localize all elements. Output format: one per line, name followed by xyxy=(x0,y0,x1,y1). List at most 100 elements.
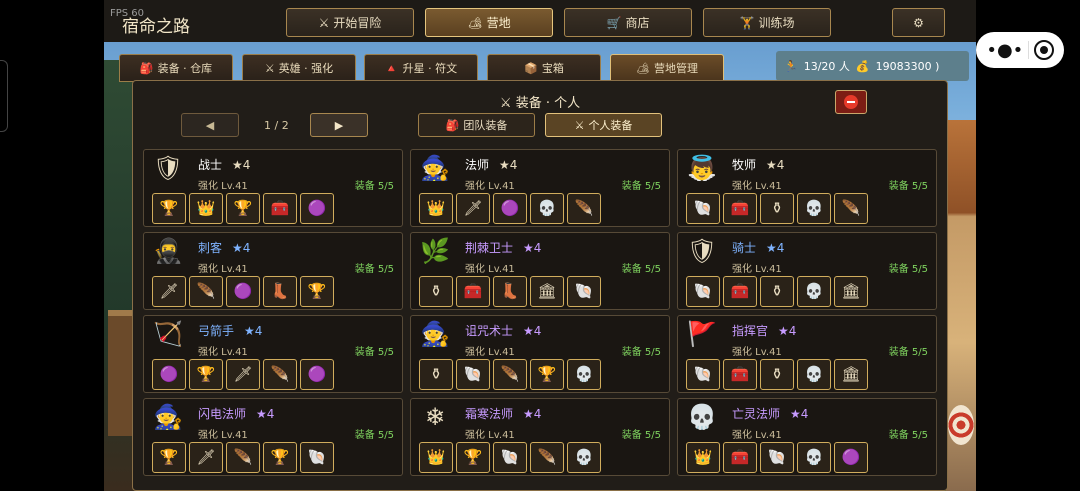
equipment-slot-icon[interactable]: 🏆 xyxy=(300,276,334,307)
equipment-slot-icon[interactable]: 👑 xyxy=(419,442,453,473)
hero-card[interactable]: 🚩 指挥官 ★4 强化 Lv.41 装备 5/5 🐚 🧰 ⚱ 💀 🏛 xyxy=(677,315,937,393)
bag-icon: 🎒 xyxy=(139,61,154,75)
equipment-slots: 🗡 🪶 🟣 👢 🏆 xyxy=(152,276,334,307)
equipment-slot-icon[interactable]: 🪶 xyxy=(834,193,868,224)
equipment-slot-icon[interactable]: 💀 xyxy=(797,359,831,390)
equipment-slot-icon[interactable]: 🏆 xyxy=(263,442,297,473)
equipment-slot-icon[interactable]: 🪶 xyxy=(567,193,601,224)
equipment-slot-icon[interactable]: 🗡 xyxy=(456,193,490,224)
equipment-slot-icon[interactable]: 🪶 xyxy=(493,359,527,390)
equipment-slot-icon[interactable]: 🪶 xyxy=(226,442,260,473)
equipment-slot-icon[interactable]: 🟣 xyxy=(493,193,527,224)
equipment-slot-icon[interactable]: 💀 xyxy=(567,359,601,390)
equipment-slot-icon[interactable]: 🧰 xyxy=(723,442,757,473)
equipment-slot-icon[interactable]: ⚱ xyxy=(760,359,794,390)
hero-card[interactable]: 💀 亡灵法师 ★4 强化 Lv.41 装备 5/5 👑 🧰 🐚 💀 🟣 xyxy=(677,398,937,476)
equipment-slot-icon[interactable]: 🐚 xyxy=(760,442,794,473)
equipment-slot-icon[interactable]: 🧰 xyxy=(723,276,757,307)
hero-name-row: 荆棘卫士 ★4 xyxy=(465,239,541,256)
hero-equip-count: 装备 5/5 xyxy=(354,264,394,275)
equipment-slot-icon[interactable]: 🐚 xyxy=(686,359,720,390)
hero-card[interactable]: 🧙 诅咒术士 ★4 强化 Lv.41 装备 5/5 ⚱ 🐚 🪶 🏆 💀 xyxy=(410,315,670,393)
equipment-slot-icon[interactable]: 🟣 xyxy=(152,359,186,390)
equipment-slot-icon[interactable]: 👑 xyxy=(189,193,223,224)
equipment-slot-icon[interactable]: 🏛 xyxy=(834,276,868,307)
equipment-slot-icon[interactable]: 💀 xyxy=(567,442,601,473)
subtab-hero-upgrade[interactable]: ⚔ 英雄 · 强化 xyxy=(242,54,356,82)
equipment-slot-icon[interactable]: 🏛 xyxy=(530,276,564,307)
right-arrow-icon: ▶ xyxy=(334,118,344,132)
subtab-star-rune[interactable]: 🔺 升星 · 符文 xyxy=(364,54,478,82)
nav-label: 商店 xyxy=(625,16,650,30)
equipment-slot-icon[interactable]: 🟣 xyxy=(300,193,334,224)
gold-amount: 19083300 ) xyxy=(875,59,940,73)
hero-card[interactable]: 🥷 刺客 ★4 强化 Lv.41 装备 5/5 🗡 🪶 🟣 👢 🏆 xyxy=(143,232,403,310)
hero-equip-count: 装备 5/5 xyxy=(621,264,661,275)
nav-training[interactable]: 🏋 训练场 xyxy=(703,8,831,37)
subtab-camp-management[interactable]: 🏕 营地管理 xyxy=(610,54,724,82)
equipment-slot-icon[interactable]: 🐚 xyxy=(493,442,527,473)
hero-level: 强化 Lv.41 xyxy=(465,347,515,358)
hero-card[interactable]: 🛡 骑士 ★4 强化 Lv.41 装备 5/5 🐚 🧰 ⚱ 💀 🏛 xyxy=(677,232,937,310)
hero-card[interactable]: 👼 牧师 ★4 强化 Lv.41 装备 5/5 🐚 🧰 ⚱ 💀 🪶 xyxy=(677,149,937,227)
team-equipment-button[interactable]: 🎒 团队装备 xyxy=(418,113,535,137)
equipment-slot-icon[interactable]: 💀 xyxy=(797,442,831,473)
hero-card[interactable]: 🏹 弓箭手 ★4 强化 Lv.41 装备 5/5 🟣 🏆 🗡 🪶 🟣 xyxy=(143,315,403,393)
prev-page-button[interactable]: ◀ xyxy=(181,113,239,137)
equipment-slot-icon[interactable]: 🐚 xyxy=(300,442,334,473)
equipment-slot-icon[interactable]: 💀 xyxy=(797,193,831,224)
equipment-slot-icon[interactable]: ⚱ xyxy=(419,276,453,307)
settings-button[interactable]: ⚙ xyxy=(892,8,945,37)
equipment-slot-icon[interactable]: 🧰 xyxy=(723,359,757,390)
hero-card[interactable]: 🧙 闪电法师 ★4 强化 Lv.41 装备 5/5 🏆 🗡 🪶 🏆 🐚 xyxy=(143,398,403,476)
equipment-slot-icon[interactable]: 🗡 xyxy=(189,442,223,473)
equipment-slot-icon[interactable]: ⚱ xyxy=(419,359,453,390)
equipment-slot-icon[interactable]: 🟣 xyxy=(300,359,334,390)
equipment-slot-icon[interactable]: 🗡 xyxy=(152,276,186,307)
close-button[interactable] xyxy=(835,90,867,114)
equipment-slot-icon[interactable]: 🏆 xyxy=(226,193,260,224)
equipment-slot-icon[interactable]: 🟣 xyxy=(226,276,260,307)
hero-name-row: 指挥官 ★4 xyxy=(732,322,796,339)
equipment-slot-icon[interactable]: 🐚 xyxy=(686,193,720,224)
next-page-button[interactable]: ▶ xyxy=(310,113,368,137)
equipment-slot-icon[interactable]: ⚱ xyxy=(760,193,794,224)
equipment-slot-icon[interactable]: 👑 xyxy=(419,193,453,224)
equipment-slot-icon[interactable]: 🏆 xyxy=(152,193,186,224)
equipment-slot-icon[interactable]: 💀 xyxy=(530,193,564,224)
nav-camp[interactable]: 🏕 营地 xyxy=(425,8,553,37)
equipment-slot-icon[interactable]: 🧰 xyxy=(723,193,757,224)
nav-start-adventure[interactable]: ⚔ 开始冒险 xyxy=(286,8,414,37)
equipment-slot-icon[interactable]: 🏆 xyxy=(530,359,564,390)
hero-card[interactable]: 🧙 法师 ★4 强化 Lv.41 装备 5/5 👑 🗡 🟣 💀 🪶 xyxy=(410,149,670,227)
equipment-slot-icon[interactable]: 💀 xyxy=(797,276,831,307)
equipment-slot-icon[interactable]: 🪶 xyxy=(189,276,223,307)
equipment-slot-icon[interactable]: 👢 xyxy=(263,276,297,307)
equipment-slot-icon[interactable]: 🐚 xyxy=(456,359,490,390)
equipment-slot-icon[interactable]: 🐚 xyxy=(567,276,601,307)
equipment-slot-icon[interactable]: 👑 xyxy=(686,442,720,473)
equipment-slot-icon[interactable]: 🗡 xyxy=(226,359,260,390)
hero-card[interactable]: ❄ 霜寒法师 ★4 强化 Lv.41 装备 5/5 👑 🏆 🐚 🪶 💀 xyxy=(410,398,670,476)
equipment-slot-icon[interactable]: 🧰 xyxy=(456,276,490,307)
equipment-slot-icon[interactable]: 🟣 xyxy=(834,442,868,473)
hero-card[interactable]: 🛡 战士 ★4 强化 Lv.41 装备 5/5 🏆 👑 🏆 🧰 🟣 xyxy=(143,149,403,227)
hero-card[interactable]: 🌿 荆棘卫士 ★4 强化 Lv.41 装备 5/5 ⚱ 🧰 👢 🏛 🐚 xyxy=(410,232,670,310)
more-menu-icon[interactable]: •●• xyxy=(986,40,1023,61)
equipment-slot-icon[interactable]: 🏆 xyxy=(456,442,490,473)
subtab-chest[interactable]: 📦 宝箱 xyxy=(487,54,601,82)
equipment-slot-icon[interactable]: ⚱ xyxy=(760,276,794,307)
equipment-slot-icon[interactable]: 🏆 xyxy=(152,442,186,473)
equipment-slot-icon[interactable]: 👢 xyxy=(493,276,527,307)
capsule-close-icon[interactable] xyxy=(1033,40,1054,60)
subtab-equipment-storage[interactable]: 🎒 装备 · 仓库 xyxy=(119,54,233,82)
equipment-slot-icon[interactable]: 🪶 xyxy=(263,359,297,390)
nav-shop[interactable]: 🛒 商店 xyxy=(564,8,692,37)
equipment-slot-icon[interactable]: 🏛 xyxy=(834,359,868,390)
equipment-slot-icon[interactable]: 🧰 xyxy=(263,193,297,224)
personal-equipment-button[interactable]: ⚔ 个人装备 xyxy=(545,113,662,137)
equipment-slot-icon[interactable]: 🪶 xyxy=(530,442,564,473)
hero-level: 强化 Lv.41 xyxy=(198,264,248,275)
equipment-slot-icon[interactable]: 🐚 xyxy=(686,276,720,307)
equipment-slot-icon[interactable]: 🏆 xyxy=(189,359,223,390)
